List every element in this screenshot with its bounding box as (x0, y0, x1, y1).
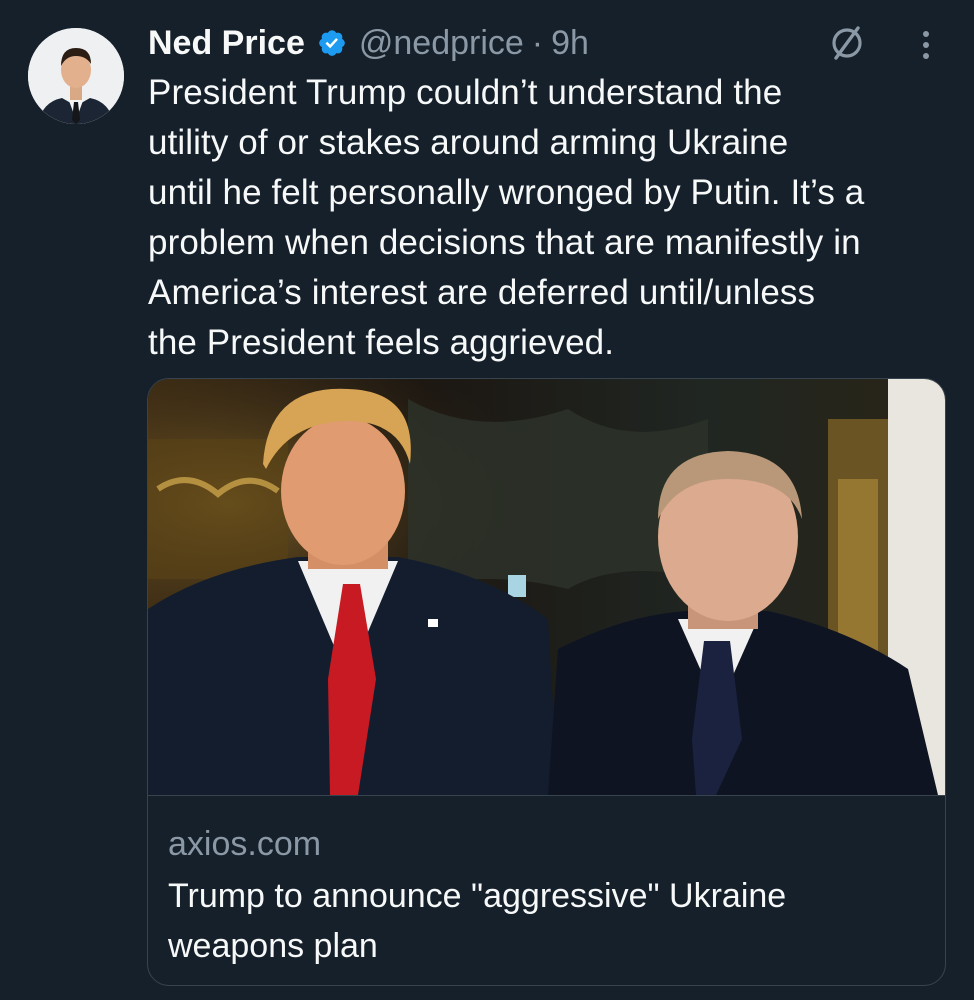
link-card-title: Trump to announce "aggressive" Ukraine w… (168, 871, 928, 971)
author-handle[interactable]: @nedprice (359, 24, 524, 63)
tweet-text-line: America’s interest are deferred until/un… (148, 273, 816, 312)
tweet-text-line: President Trump couldn’t understand the (148, 73, 783, 112)
profile-photo-icon (28, 28, 124, 124)
tweet[interactable]: Ned Price @nedprice · 9h President Trump… (0, 0, 974, 1000)
link-card-image[interactable] (148, 379, 945, 796)
tweet-text-line: utility of or stakes around arming Ukrai… (148, 123, 789, 162)
news-photo-icon (148, 379, 945, 795)
tweet-text-line: until he felt personally wronged by Puti… (148, 173, 865, 212)
tweet-text: President Trump couldn’t understand the … (148, 68, 958, 368)
timestamp[interactable]: 9h (551, 24, 589, 63)
link-card[interactable]: axios.com Trump to announce "aggressive"… (147, 378, 946, 986)
author-name[interactable]: Ned Price (148, 24, 305, 63)
verified-badge-icon[interactable] (317, 28, 347, 58)
link-card-title-line: weapons plan (168, 927, 378, 965)
more-options-icon[interactable] (916, 28, 936, 64)
link-card-domain: axios.com (168, 825, 322, 863)
grok-icon[interactable] (826, 22, 868, 64)
avatar[interactable] (28, 28, 124, 124)
tweet-header: Ned Price @nedprice · 9h (148, 18, 589, 68)
tweet-text-line: the President feels aggrieved. (148, 323, 615, 362)
tweet-text-line: problem when decisions that are manifest… (148, 223, 861, 262)
link-card-title-line: Trump to announce "aggressive" Ukraine (168, 877, 787, 915)
separator-dot: · (531, 23, 544, 62)
